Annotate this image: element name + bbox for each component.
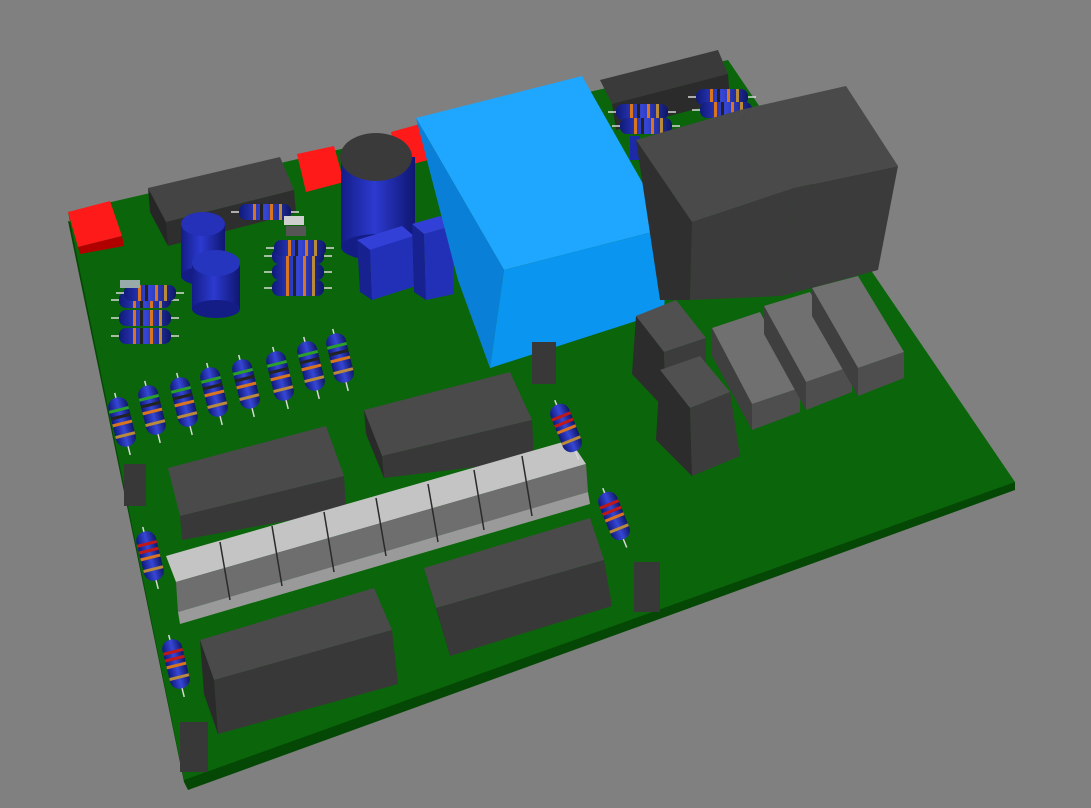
small-component-3 [634,562,660,612]
capacitor-left-2 [192,250,240,318]
pcb-scene [0,0,1091,808]
small-component-4 [180,722,208,772]
small-component-2 [532,342,556,384]
small-component-1 [124,464,146,506]
pcb-3d-viewport[interactable] [0,0,1091,808]
